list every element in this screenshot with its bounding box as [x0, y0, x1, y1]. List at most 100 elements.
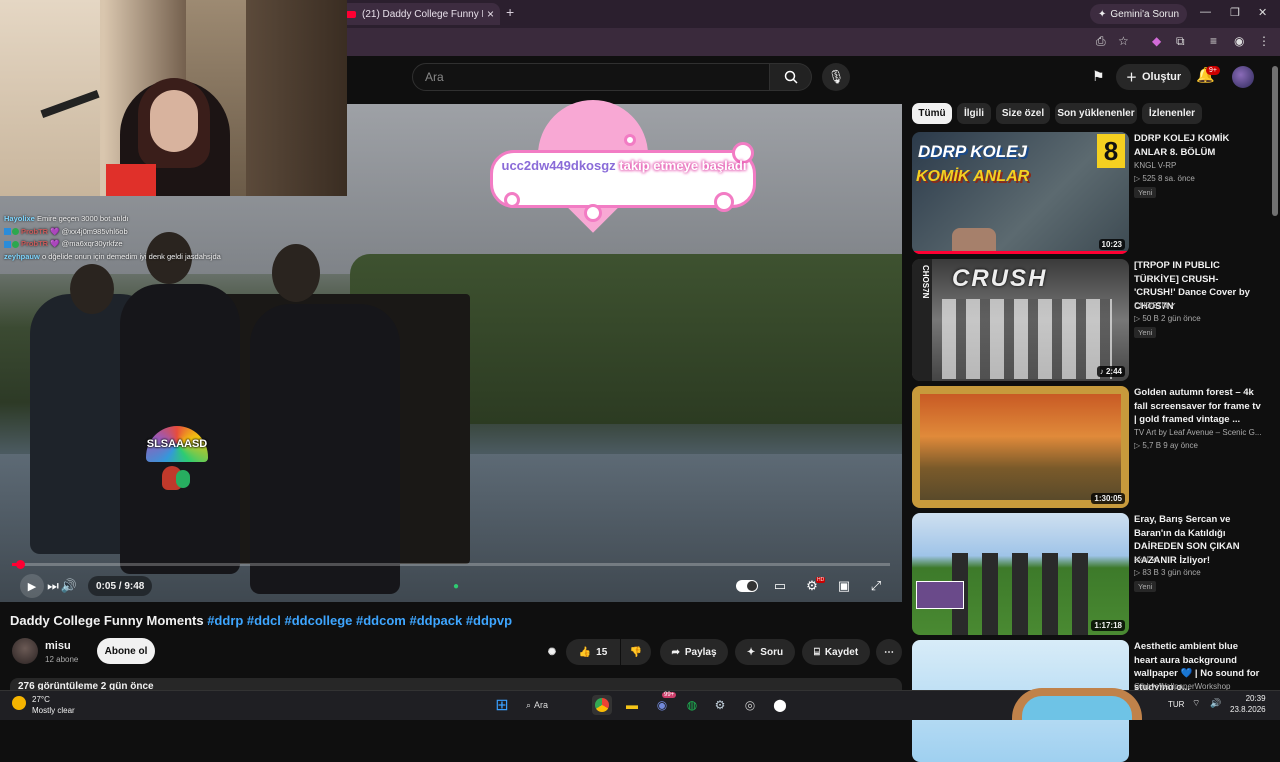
share-icon: ➦ — [671, 646, 680, 658]
pool-water — [1022, 696, 1132, 720]
file-explorer-icon[interactable]: ▬ — [622, 695, 642, 715]
language-indicator[interactable]: TUR — [1168, 700, 1184, 709]
gemini-button[interactable]: ✦ Gemini'a Sorun — [1090, 4, 1187, 24]
youtube-favicon-icon — [346, 10, 356, 18]
like-button[interactable]: 👍 15 — [566, 639, 620, 665]
subscriber-count: 12 abone — [45, 655, 79, 664]
chip-recent[interactable]: Son yüklenenler — [1055, 103, 1137, 124]
share-button[interactable]: ➦ Paylaş — [660, 639, 728, 665]
video-description-box[interactable]: 276 görüntüleme 2 gün önce — [10, 678, 902, 690]
video-meta: ▷ 50 B 2 gün önce — [1134, 314, 1201, 323]
minimize-icon[interactable]: — — [1200, 6, 1211, 18]
scrub-handle[interactable] — [16, 560, 25, 569]
chip-related[interactable]: İlgili — [957, 103, 991, 124]
subtitles-icon[interactable]: ▭ — [770, 576, 790, 596]
obs-icon[interactable]: ◎ — [740, 695, 760, 715]
new-tab-button[interactable]: + — [506, 4, 514, 20]
close-window-icon[interactable]: ✕ — [1258, 6, 1267, 19]
chat-message: ProbTR 💜 @ma6xqr30yrkfze — [4, 238, 334, 251]
next-icon[interactable]: ⏭ — [46, 576, 60, 596]
video-thumbnail[interactable]: CHOS7N CRUSH ♪ 2:44 — [912, 259, 1129, 381]
video-title: Daddy College Funny Moments #ddrp #ddcl … — [10, 613, 512, 628]
volume-icon[interactable]: 🔊 — [60, 576, 78, 596]
save-button[interactable]: ⌸ Kaydet — [802, 639, 870, 665]
ask-button[interactable]: ✦ Soru — [735, 639, 795, 665]
video-title[interactable]: Golden autumn forest – 4k fall screensav… — [1134, 386, 1262, 427]
progress-bar[interactable] — [12, 563, 890, 566]
save-label: Kaydet — [824, 646, 859, 658]
account-avatar[interactable] — [1232, 66, 1254, 88]
clock[interactable]: 20:39 23.8.2026 — [1230, 693, 1266, 715]
recommended-video[interactable]: DDRP KOLEJ KOMİK ANLAR 8 10:23 DDRP KOLE… — [912, 132, 1272, 254]
alert-message: ucc2dw449dkosgz takip etmeye başladı — [488, 156, 760, 175]
video-thumbnail[interactable]: DDRP KOLEJ KOMİK ANLAR 8 10:23 — [912, 132, 1129, 254]
channel-avatar[interactable] — [12, 638, 38, 664]
sparkle-button[interactable]: ✺ — [540, 639, 564, 665]
menu-icon[interactable]: ⋮ — [1258, 34, 1270, 48]
profile-icon[interactable]: ◉ — [1234, 34, 1244, 48]
search-button[interactable] — [770, 63, 812, 91]
puzzle-icon[interactable]: ⧉ — [1176, 34, 1185, 49]
fullscreen-icon[interactable]: ⤢ — [866, 576, 886, 596]
weather-widget[interactable]: 27°C Mostly clear — [12, 694, 75, 716]
search-icon — [784, 70, 798, 84]
channel-name[interactable]: TV Art by Leaf Avenue – Scenic G... — [1134, 428, 1262, 437]
recommended-video[interactable]: CHOS7N CRUSH ♪ 2:44 [TRPOP IN PUBLIC TÜR… — [912, 259, 1272, 381]
search-placeholder: Ara — [425, 70, 444, 84]
ask-label: Soru — [760, 646, 784, 658]
maximize-icon[interactable]: ❐ — [1230, 6, 1240, 19]
channel-name[interactable]: axel ✔ — [1134, 555, 1158, 564]
video-thumbnail[interactable]: 1:30:05 — [912, 386, 1129, 508]
dislike-button[interactable]: 👎 — [621, 639, 651, 665]
wifi-icon[interactable]: ⌔ — [1192, 698, 1200, 709]
subscribe-button[interactable]: Abone ol — [97, 638, 155, 664]
app-icon[interactable]: ⬤ — [770, 695, 790, 715]
theater-mode-icon[interactable]: ▣ — [834, 576, 854, 596]
video-thumbnail[interactable]: 1:17:18 — [912, 513, 1129, 635]
clock-date: 23.8.2026 — [1230, 705, 1266, 714]
chip-watched[interactable]: İzlenenler — [1142, 103, 1202, 124]
bookmark-star-icon[interactable]: ☆ — [1118, 34, 1129, 48]
video-title[interactable]: DDRP KOLEJ KOMİK ANLAR 8. BÖLÜM — [1134, 132, 1262, 159]
autoplay-toggle[interactable] — [736, 580, 758, 592]
bubble-decoration — [714, 192, 734, 212]
video-hashtags[interactable]: #ddrp #ddcl #ddcollege #ddcom #ddpack #d… — [207, 613, 512, 628]
parrot-icon — [176, 470, 190, 488]
discord-icon[interactable]: ◉ — [652, 695, 672, 715]
browser-tab[interactable]: (21) Daddy College Funny M... × — [340, 3, 500, 25]
temperature: 27°C — [32, 695, 50, 704]
chat-username: zeyhpauw — [4, 251, 40, 261]
taskbar-search-label: Ara — [534, 700, 549, 710]
recommended-video[interactable]: 1:30:05 Golden autumn forest – 4k fall s… — [912, 386, 1272, 508]
taskbar-search[interactable]: ⌕ Ara — [526, 697, 582, 713]
badge-icon — [4, 228, 11, 236]
chat-text: o dğelide onun için demedim iyi denk gel… — [41, 251, 221, 261]
play-button[interactable]: ▶ — [20, 574, 44, 598]
verified-icon: ✔ — [1150, 555, 1158, 564]
extension-icon[interactable]: ◆ — [1152, 34, 1161, 48]
channel-name[interactable]: KNGL V-RP — [1134, 161, 1176, 170]
install-icon[interactable]: ⎙ — [1096, 34, 1106, 49]
steam-icon[interactable]: ⚙ — [710, 695, 730, 715]
video-character-head — [70, 264, 114, 314]
spotify-icon[interactable]: ◍ — [682, 695, 702, 715]
recommended-video[interactable]: 1:17:18 Eray, Barış Sercan ve Baran'ın d… — [912, 513, 1272, 635]
cast-icon[interactable]: ⚑ — [1092, 68, 1105, 85]
channel-name-text: CHOS7N — [1134, 301, 1168, 310]
voice-search-button[interactable]: 🎙 — [822, 63, 850, 91]
volume-tray-icon[interactable]: 🔊 — [1210, 698, 1221, 709]
media-icon[interactable]: ≡ — [1210, 34, 1217, 48]
channel-name[interactable]: CHOS7N ✔ — [1134, 301, 1176, 310]
more-actions-button[interactable]: ⋯ — [876, 639, 902, 665]
chrome-icon[interactable] — [592, 695, 612, 715]
scrollbar[interactable] — [1272, 66, 1278, 216]
chip-all[interactable]: Tümü — [912, 103, 952, 124]
search-input[interactable]: Ara — [412, 63, 770, 91]
create-button[interactable]: ＋ Oluştur — [1116, 64, 1192, 90]
channel-name[interactable]: misu — [45, 640, 71, 652]
windows-start-icon[interactable]: ⊞ — [492, 695, 512, 715]
chip-for-you[interactable]: Size özel — [996, 103, 1050, 124]
close-tab-icon[interactable]: × — [487, 7, 494, 21]
sparkle-icon: ✺ — [547, 646, 557, 658]
heart-icon: 💜 — [50, 239, 60, 248]
